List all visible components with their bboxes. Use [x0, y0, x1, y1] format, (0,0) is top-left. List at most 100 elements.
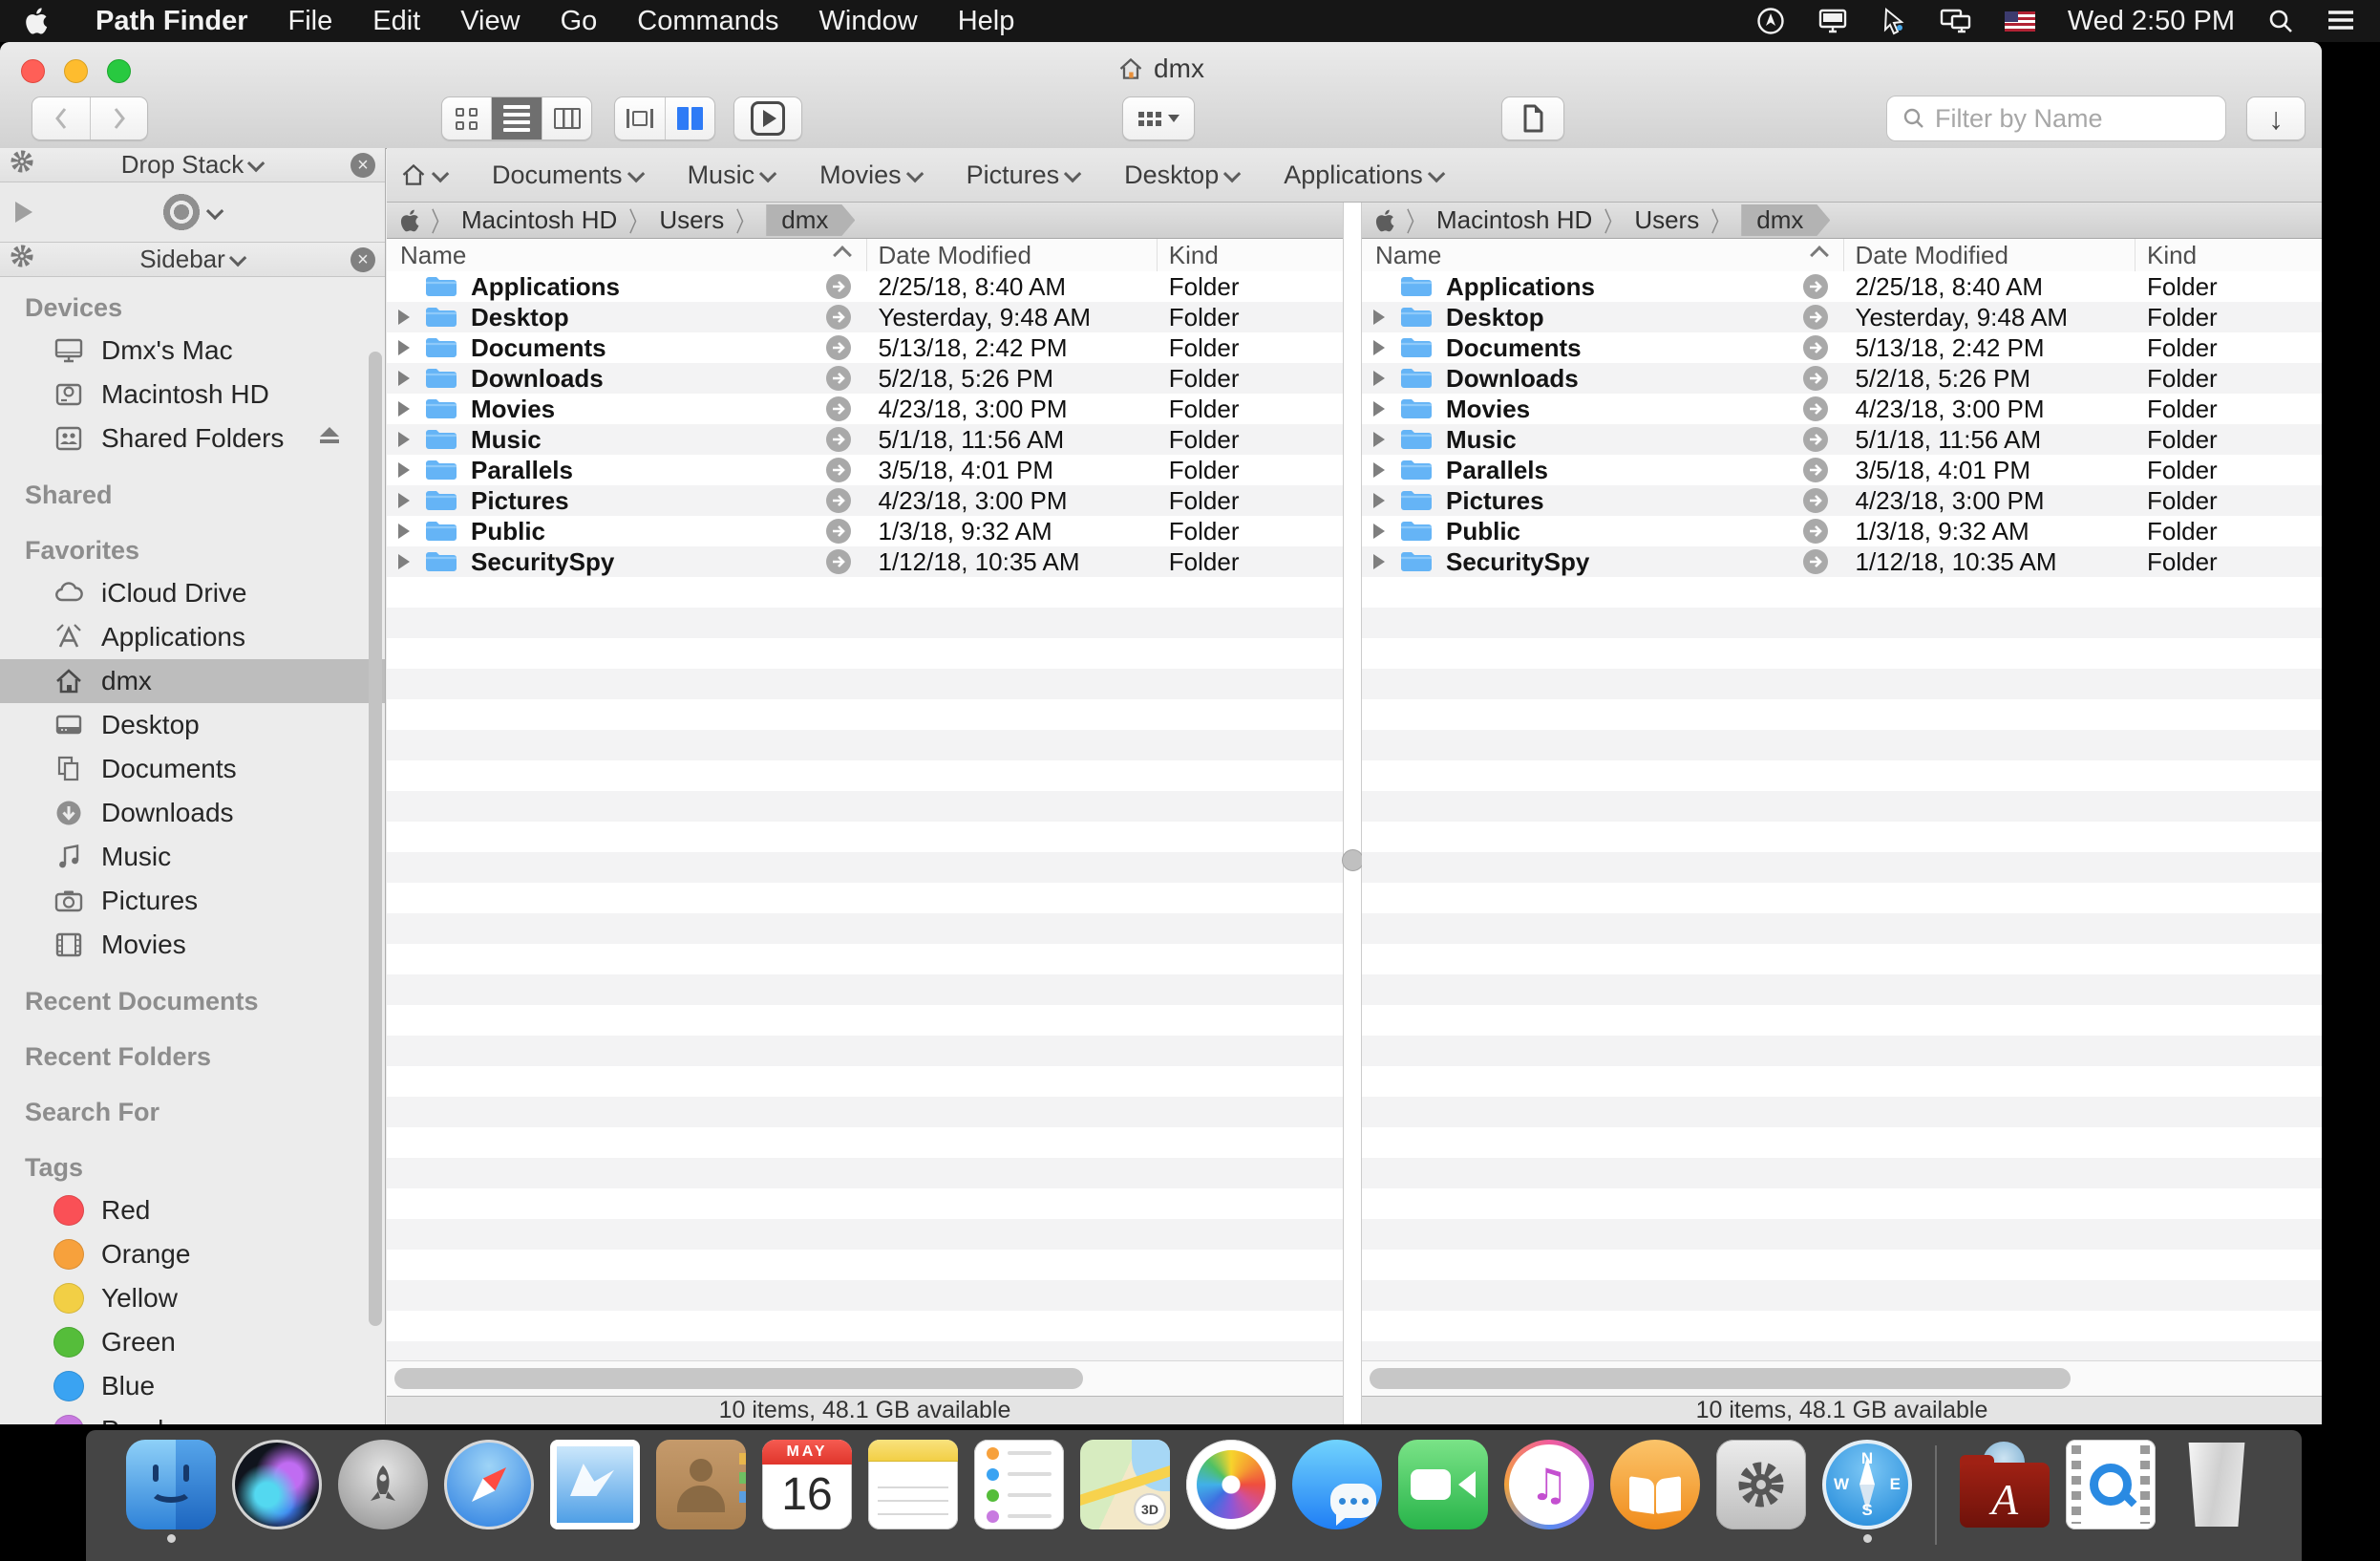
column-header-date-modified[interactable]: Date Modified [867, 239, 1158, 271]
file-row-music[interactable]: Music 5/1/18, 11:56 AM Folder [387, 424, 1343, 455]
location-icon[interactable] [1756, 7, 1785, 35]
go-arrow-icon[interactable] [825, 518, 852, 545]
sidebar-item-red[interactable]: Red [0, 1188, 385, 1232]
pane-divider[interactable] [1343, 203, 1362, 1424]
dropzone-music[interactable]: Music [688, 160, 776, 190]
go-arrow-icon[interactable] [825, 457, 852, 483]
go-arrow-icon[interactable] [825, 334, 852, 361]
column-header-kind[interactable]: Kind [1158, 239, 1343, 271]
list-view-button[interactable] [492, 97, 542, 139]
disclosure-triangle-icon[interactable] [398, 371, 410, 386]
column-header-date-modified[interactable]: Date Modified [1844, 239, 2136, 271]
go-arrow-icon[interactable] [1802, 426, 1829, 453]
disclosure-triangle-icon[interactable] [1373, 401, 1385, 417]
go-arrow-icon[interactable] [1802, 396, 1829, 422]
dropzone-documents[interactable]: Documents [492, 160, 644, 190]
disclosure-triangle-icon[interactable] [398, 432, 410, 447]
go-arrow-icon[interactable] [825, 426, 852, 453]
column-header-kind[interactable]: Kind [2136, 239, 2322, 271]
go-arrow-icon[interactable] [1802, 273, 1829, 300]
sidebar-item-dmx[interactable]: dmx [0, 659, 385, 703]
menu-help[interactable]: Help [958, 6, 1015, 37]
sidebar-item-music[interactable]: Music [0, 835, 385, 879]
file-row-applications[interactable]: Applications 2/25/18, 8:40 AM Folder [387, 271, 1343, 302]
scrollbar-thumb[interactable] [394, 1368, 1083, 1389]
disclosure-triangle-icon[interactable] [1373, 462, 1385, 478]
spotlight-search-icon[interactable] [2267, 8, 2294, 34]
file-row-pictures[interactable]: Pictures 4/23/18, 3:00 PM Folder [1362, 485, 2322, 516]
go-arrow-icon[interactable] [825, 487, 852, 514]
disclosure-triangle-icon[interactable] [398, 462, 410, 478]
file-row-securityspy[interactable]: SecuritySpy 1/12/18, 10:35 AM Folder [1362, 546, 2322, 577]
go-arrow-icon[interactable] [1802, 334, 1829, 361]
file-row-movies[interactable]: Movies 4/23/18, 3:00 PM Folder [1362, 394, 2322, 424]
file-row-downloads[interactable]: Downloads 5/2/18, 5:26 PM Folder [387, 363, 1343, 394]
breadcrumb-item-dmx[interactable]: dmx [766, 204, 855, 236]
file-row-public[interactable]: Public 1/3/18, 9:32 AM Folder [1362, 516, 2322, 546]
dock-pathfinder-icon[interactable]: NESW [1821, 1440, 1913, 1543]
file-row-documents[interactable]: Documents 5/13/18, 2:42 PM Folder [1362, 332, 2322, 363]
go-arrow-icon[interactable] [825, 396, 852, 422]
displays-icon[interactable] [1940, 7, 1972, 35]
go-arrow-icon[interactable] [825, 304, 852, 331]
column-header-name[interactable]: Name [387, 239, 867, 271]
gear-icon[interactable] [10, 244, 34, 275]
close-icon[interactable]: × [351, 153, 375, 178]
dropzone-pictures[interactable]: Pictures [967, 160, 1081, 190]
sidebar-item-dmx-s-mac[interactable]: Dmx's Mac [0, 329, 385, 373]
sidebar-item-downloads[interactable]: Downloads [0, 791, 385, 835]
dock-finder-icon[interactable] [125, 1440, 217, 1543]
view-options-dropdown[interactable] [1122, 96, 1195, 140]
breadcrumb-item-dmx[interactable]: dmx [1741, 204, 1830, 236]
apple-menu-icon[interactable] [25, 8, 48, 34]
dropzone-applications[interactable]: Applications [1284, 160, 1444, 190]
sidebar-item-green[interactable]: Green [0, 1320, 385, 1364]
go-arrow-icon[interactable] [1802, 487, 1829, 514]
disclosure-triangle-icon[interactable] [398, 524, 410, 539]
file-row-desktop[interactable]: Desktop Yesterday, 9:48 AM Folder [387, 302, 1343, 332]
dock-maps-icon[interactable]: 3D [1079, 1440, 1171, 1543]
disclosure-triangle-icon[interactable] [1373, 554, 1385, 569]
cursor-icon[interactable] [1881, 7, 1907, 35]
breadcrumb-item-users[interactable]: Users [1634, 205, 1699, 235]
go-arrow-icon[interactable] [825, 365, 852, 392]
disclosure-triangle-icon[interactable] [398, 493, 410, 508]
home-dropzone[interactable] [400, 161, 448, 188]
gear-icon[interactable] [10, 149, 34, 181]
dock-facetime-icon[interactable] [1397, 1440, 1489, 1543]
disclosure-triangle-icon[interactable] [1373, 371, 1385, 386]
filter-field[interactable]: Filter by Name [1886, 96, 2226, 141]
go-arrow-icon[interactable] [1802, 548, 1829, 575]
menu-window[interactable]: Window [819, 6, 918, 37]
dock-quicktime-icon[interactable] [2065, 1440, 2157, 1543]
disclosure-triangle-icon[interactable] [398, 554, 410, 569]
scrollbar-thumb[interactable] [1370, 1368, 2071, 1389]
sidebar-item-icloud-drive[interactable]: iCloud Drive [0, 571, 385, 615]
sidebar-item-movies[interactable]: Movies [0, 923, 385, 967]
disclosure-triangle-icon[interactable] [398, 401, 410, 417]
file-row-public[interactable]: Public 1/3/18, 9:32 AM Folder [387, 516, 1343, 546]
disclosure-triangle-icon[interactable] [1373, 432, 1385, 447]
dropzone-movies[interactable]: Movies [819, 160, 923, 190]
sidebar-item-yellow[interactable]: Yellow [0, 1276, 385, 1320]
divider-knob[interactable] [1342, 849, 1364, 871]
right-pane-horizontal-scrollbar[interactable] [1362, 1360, 2322, 1397]
disclosure-triangle-icon[interactable] [398, 310, 410, 325]
go-arrow-icon[interactable] [1802, 304, 1829, 331]
menu-view[interactable]: View [460, 6, 520, 37]
sidebar-scrollbar[interactable] [369, 352, 382, 1326]
sidebar-item-shared-folders[interactable]: Shared Folders [0, 417, 385, 460]
file-row-securityspy[interactable]: SecuritySpy 1/12/18, 10:35 AM Folder [387, 546, 1343, 577]
dock-notes-icon[interactable] [867, 1440, 959, 1543]
dock-sysprefs-icon[interactable] [1715, 1440, 1807, 1543]
sidebar-item-pictures[interactable]: Pictures [0, 879, 385, 923]
dock-acrobat-icon[interactable]: A [1959, 1440, 2051, 1543]
dock-siri-icon[interactable] [231, 1440, 323, 1543]
close-icon[interactable]: × [351, 247, 375, 272]
file-row-parallels[interactable]: Parallels 3/5/18, 4:01 PM Folder [387, 455, 1343, 485]
menu-file[interactable]: File [288, 6, 333, 37]
back-button[interactable] [32, 97, 91, 139]
us-flag-icon[interactable] [2005, 11, 2035, 32]
dock-calendar-icon[interactable]: MAY16 [761, 1440, 853, 1543]
file-row-applications[interactable]: Applications 2/25/18, 8:40 AM Folder [1362, 271, 2322, 302]
